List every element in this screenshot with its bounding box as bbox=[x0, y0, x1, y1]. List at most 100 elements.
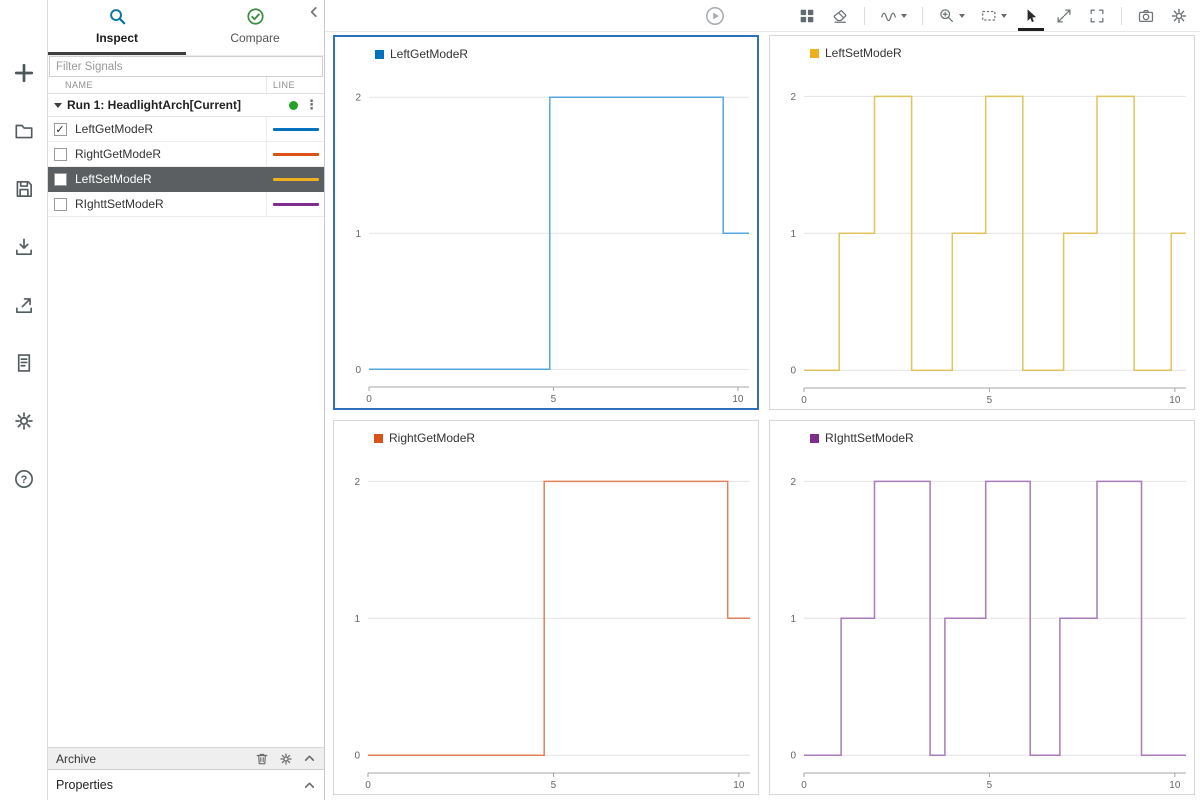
signal-line-swatch bbox=[272, 152, 319, 156]
region-select-icon bbox=[982, 10, 996, 21]
svg-text:0: 0 bbox=[355, 365, 361, 376]
export-button[interactable] bbox=[13, 294, 35, 316]
zoom-button[interactable] bbox=[938, 7, 965, 25]
layout-grid-button[interactable] bbox=[798, 7, 816, 25]
active-tool-underline bbox=[1018, 28, 1044, 31]
left-toolbar: ? bbox=[0, 0, 48, 800]
run-button[interactable] bbox=[705, 6, 725, 26]
expand-button[interactable] bbox=[1055, 7, 1073, 25]
plot-area[interactable]: 0 1 2 0 5 10 bbox=[335, 63, 757, 408]
snapshot-button[interactable] bbox=[1137, 7, 1155, 25]
settings-button[interactable] bbox=[1170, 7, 1188, 25]
plot-legend: RIghttSetModeR bbox=[770, 421, 1194, 447]
export-icon bbox=[15, 298, 32, 313]
pointer-tool-button[interactable] bbox=[1018, 7, 1044, 31]
document-icon bbox=[17, 354, 30, 372]
run-row[interactable]: Run 1: HeadlightArch[Current] ⋮ bbox=[48, 94, 324, 117]
signal-name: LeftGetModeR bbox=[75, 122, 154, 136]
new-button[interactable] bbox=[13, 62, 35, 84]
signal-row[interactable]: RIghttSetModeR bbox=[48, 192, 324, 217]
svg-text:0: 0 bbox=[801, 395, 807, 406]
plot-legend: LeftGetModeR bbox=[335, 37, 757, 63]
signal-checkbox[interactable] bbox=[53, 197, 67, 211]
tab-inspect[interactable]: Inspect bbox=[48, 0, 186, 55]
signal-checkbox[interactable] bbox=[53, 147, 67, 161]
open-button[interactable] bbox=[13, 120, 35, 142]
svg-text:0: 0 bbox=[366, 394, 372, 405]
legend-swatch-icon bbox=[374, 433, 383, 443]
svg-text:5: 5 bbox=[987, 395, 993, 406]
signal-row[interactable]: LeftSetModeR bbox=[48, 167, 324, 192]
sidebar: Inspect Compare NAME LINE Run 1: Headlig… bbox=[48, 0, 325, 800]
svg-text:2: 2 bbox=[790, 92, 796, 103]
archive-settings-gear-icon[interactable] bbox=[279, 752, 293, 766]
signal-checkbox[interactable]: ✓ bbox=[53, 122, 67, 136]
legend-label: RightGetModeR bbox=[389, 431, 476, 445]
sidebar-tabs: Inspect Compare bbox=[48, 0, 324, 56]
checkbox-cell: ✓ bbox=[48, 122, 72, 136]
plus-icon bbox=[14, 63, 33, 83]
collapse-sidebar-icon[interactable] bbox=[307, 5, 321, 19]
column-header-name: NAME bbox=[65, 80, 94, 90]
archive-bar[interactable]: Archive bbox=[48, 747, 324, 769]
properties-chevron-up-icon[interactable] bbox=[303, 779, 316, 792]
signal-name: RightGetModeR bbox=[75, 147, 162, 161]
svg-text:1: 1 bbox=[790, 229, 796, 240]
tab-compare-label: Compare bbox=[230, 31, 280, 45]
tab-compare[interactable]: Compare bbox=[186, 0, 324, 55]
preferences-button[interactable] bbox=[13, 410, 35, 432]
signal-trace-icon bbox=[881, 12, 896, 21]
archive-label: Archive bbox=[56, 751, 97, 766]
svg-text:0: 0 bbox=[790, 751, 796, 762]
run-status-dot bbox=[289, 100, 298, 110]
report-button[interactable] bbox=[13, 352, 35, 374]
signal-line-swatch bbox=[272, 127, 319, 131]
plot-toolbar bbox=[325, 0, 1200, 32]
properties-bar[interactable]: Properties bbox=[48, 769, 324, 800]
svg-text:10: 10 bbox=[1169, 780, 1181, 791]
fit-to-view-button[interactable] bbox=[1088, 7, 1106, 25]
line-cell bbox=[266, 167, 324, 191]
region-select-button[interactable] bbox=[980, 7, 1007, 25]
help-button[interactable]: ? bbox=[13, 468, 35, 490]
svg-text:10: 10 bbox=[732, 394, 744, 405]
plot-card[interactable]: LeftSetModeR 0 1 2 0 5 10 bbox=[769, 35, 1195, 410]
legend-swatch-icon bbox=[810, 433, 819, 443]
legend-label: LeftGetModeR bbox=[390, 47, 469, 61]
run-collapse-caret-icon[interactable] bbox=[54, 102, 62, 108]
svg-text:0: 0 bbox=[354, 751, 360, 762]
signal-row[interactable]: ✓ LeftGetModeR bbox=[48, 117, 324, 142]
column-header-line: LINE bbox=[266, 77, 324, 93]
svg-text:5: 5 bbox=[987, 780, 993, 791]
svg-text:2: 2 bbox=[790, 477, 796, 488]
import-icon bbox=[15, 238, 32, 255]
eraser-button[interactable] bbox=[831, 7, 849, 25]
line-cell bbox=[266, 142, 324, 166]
svg-text:10: 10 bbox=[1169, 395, 1181, 406]
plot-grid: LeftGetModeR 0 1 2 0 5 10 LeftSetModeR 012051… bbox=[325, 32, 1200, 800]
run-menu-icon[interactable]: ⋮ bbox=[303, 98, 320, 113]
search-icon bbox=[109, 9, 125, 25]
svg-text:5: 5 bbox=[551, 780, 557, 791]
signal-trace-button[interactable] bbox=[880, 7, 907, 25]
trash-icon[interactable] bbox=[255, 752, 269, 766]
plot-card[interactable]: LeftGetModeR 0 1 2 0 5 10 bbox=[333, 35, 759, 410]
signal-row[interactable]: RightGetModeR bbox=[48, 142, 324, 167]
plot-card[interactable]: RightGetModeR 0 1 2 0 5 10 bbox=[333, 420, 759, 795]
archive-chevron-up-icon[interactable] bbox=[303, 752, 316, 765]
camera-icon bbox=[1138, 9, 1154, 22]
svg-text:2: 2 bbox=[354, 477, 360, 488]
signal-checkbox[interactable] bbox=[53, 172, 67, 186]
svg-text:0: 0 bbox=[365, 780, 371, 791]
filter-signals-input[interactable] bbox=[49, 56, 323, 77]
plot-area[interactable]: 0 1 2 0 5 10 bbox=[770, 447, 1194, 794]
import-button[interactable] bbox=[13, 236, 35, 258]
compare-check-icon bbox=[246, 8, 264, 25]
save-button[interactable] bbox=[13, 178, 35, 200]
plot-card[interactable]: RIghttSetModeR 0 1 2 0 5 10 bbox=[769, 420, 1195, 795]
plot-area[interactable]: 0 1 2 0 5 10 bbox=[334, 447, 758, 794]
toolbar-separator bbox=[1121, 6, 1122, 25]
table-header: NAME LINE bbox=[48, 77, 324, 94]
svg-text:10: 10 bbox=[733, 780, 745, 791]
plot-area[interactable]: 0 1 2 0 5 10 bbox=[770, 62, 1194, 409]
